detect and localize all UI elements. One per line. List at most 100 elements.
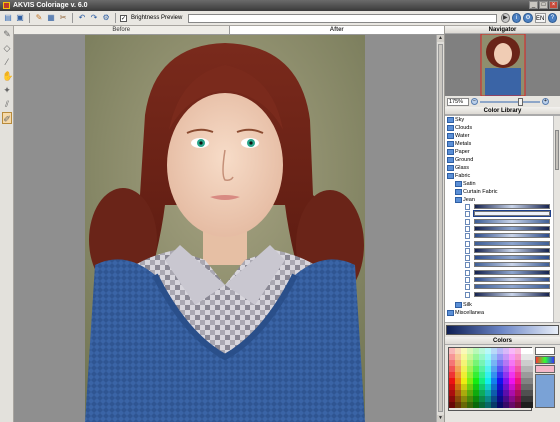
help-icon[interactable]: ? [547, 13, 558, 23]
brightness-preview-label: Brightness Preview [130, 15, 183, 21]
library-item-glass[interactable]: Glass [447, 164, 469, 172]
color-palette-grid[interactable] [448, 347, 533, 411]
maximize-button[interactable]: □ [539, 1, 548, 9]
swatch-file-icon [465, 262, 470, 269]
batch-icon[interactable]: ✂ [58, 13, 68, 24]
library-item-satin[interactable]: Satin [455, 180, 476, 188]
app-logo-icon [3, 2, 10, 9]
palette-cell[interactable] [527, 402, 533, 408]
window-title: AKVIS Coloriage v. 6.0 [13, 2, 88, 9]
library-item-metals[interactable]: Metals [447, 140, 471, 148]
swatch-gradient[interactable] [535, 356, 555, 364]
scroll-thumb[interactable] [438, 44, 443, 412]
swatch-file-icon [465, 284, 470, 291]
redo-icon[interactable]: ↷ [89, 13, 99, 24]
canvas-scrollbar[interactable]: ▲ ▼ [436, 35, 444, 422]
close-button[interactable]: × [549, 1, 558, 9]
swatch-file-icon [465, 233, 470, 240]
info-icon[interactable]: i [512, 13, 522, 23]
pencil-icon[interactable]: ✎ [2, 28, 12, 40]
library-item-sky[interactable]: Sky [447, 116, 464, 124]
jean-swatch-bar[interactable] [474, 255, 550, 261]
swatch-file-icon [465, 204, 470, 210]
jean-swatch-bar[interactable] [474, 269, 550, 275]
scroll-up-icon[interactable]: ▲ [437, 35, 444, 42]
library-item-paper[interactable]: Paper [447, 148, 470, 156]
jean-swatch-bar[interactable] [474, 284, 550, 290]
folder-icon [455, 302, 462, 308]
library-item-label: Silk [463, 302, 472, 308]
library-item-silk[interactable]: Silk [455, 301, 472, 309]
pencil-stroke-icon[interactable]: ✐ [2, 112, 12, 124]
load-strokes-icon[interactable]: ✎ [34, 13, 44, 24]
swatch-white[interactable] [535, 347, 555, 355]
jean-swatch-bar[interactable] [474, 247, 550, 253]
language-selector[interactable]: EN [534, 13, 546, 23]
jean-swatch-bar[interactable] [474, 240, 550, 246]
library-item-ground[interactable]: Ground [447, 156, 473, 164]
jean-swatch-bar[interactable] [474, 233, 550, 239]
zoom-slider-knob[interactable] [518, 97, 523, 106]
colorized-photo [85, 35, 365, 422]
settings-icon[interactable]: ⚙ [101, 13, 111, 24]
library-scrollbar[interactable] [553, 116, 560, 322]
toolbar-divider [29, 13, 30, 23]
app-window: AKVIS Coloriage v. 6.0 _ □ × ▤ ▣ ✎ ▦ ✂ ↶… [0, 0, 560, 422]
library-item-label: Satin [463, 181, 476, 187]
view-tabs: Before After [14, 26, 444, 35]
library-item-water[interactable]: Water [447, 132, 469, 140]
jean-swatch-bar[interactable] [474, 218, 550, 224]
zoom-select[interactable]: 175% [447, 97, 469, 106]
library-item-label: Ground [455, 157, 474, 163]
eyedropper-icon[interactable]: ⫽ [2, 98, 12, 110]
tab-after[interactable]: After [228, 26, 444, 34]
library-item-miscellanea[interactable]: Miscellanea [447, 309, 484, 317]
jean-swatch-bar[interactable] [474, 291, 550, 297]
zoom-in-icon[interactable]: + [542, 98, 549, 105]
jean-swatch-bar[interactable] [474, 277, 550, 282]
library-item-jean[interactable]: Jean [455, 196, 475, 204]
library-item-label: Glass [455, 165, 470, 171]
image-canvas[interactable] [14, 35, 436, 422]
library-scroll-thumb[interactable] [555, 130, 559, 170]
navigator-preview[interactable] [445, 34, 560, 96]
main-toolbar: ▤ ▣ ✎ ▦ ✂ ↶ ↷ ⚙ ✓ Brightness Preview ▶ i… [0, 11, 560, 26]
save-icon[interactable]: ▣ [15, 13, 25, 24]
preferences-icon[interactable]: ⚙ [523, 13, 533, 23]
jean-swatch-bar[interactable] [473, 210, 551, 218]
brush-icon[interactable]: ⁄ [2, 56, 12, 68]
swatch-pink[interactable] [535, 365, 555, 373]
open-icon[interactable]: ▤ [3, 13, 13, 24]
minimize-button[interactable]: _ [529, 1, 538, 9]
library-item-curtain-fabric[interactable]: Curtain Fabric [455, 188, 498, 196]
library-item-fabric[interactable]: Fabric [447, 172, 470, 180]
scroll-down-icon[interactable]: ▼ [437, 415, 444, 422]
zoom-out-icon[interactable]: − [471, 98, 478, 105]
undo-icon[interactable]: ↶ [77, 13, 87, 24]
tab-before[interactable]: Before [14, 26, 229, 34]
jean-swatch-bar[interactable] [474, 225, 550, 231]
magic-wand-icon[interactable]: ✦ [2, 84, 12, 96]
current-color-swatch[interactable] [535, 374, 555, 408]
title-bar: AKVIS Coloriage v. 6.0 _ □ × [0, 0, 560, 11]
run-icon[interactable]: ▶ [500, 13, 510, 23]
brightness-preview-checkbox[interactable]: ✓ [119, 14, 127, 22]
right-panel: Navigator 175% − + Color Library Sky Clo… [444, 26, 560, 422]
zoom-slider[interactable] [480, 97, 540, 106]
tool-palette: ✎ ◇ ⁄ ✋ ✦ ⫽ ✐ [0, 26, 14, 422]
swatch-file-icon [465, 211, 470, 218]
library-item-label: Metals [455, 141, 472, 147]
zoom-controls: 175% − + [445, 96, 560, 107]
portrait-illustration [85, 35, 365, 422]
save-strokes-icon[interactable]: ▦ [46, 13, 56, 24]
swatch-file-icon [465, 291, 470, 298]
folder-icon [447, 117, 454, 123]
library-item-clouds[interactable]: Clouds [447, 124, 472, 132]
swatch-file-icon [465, 240, 470, 247]
selected-color-gradient[interactable] [446, 325, 559, 335]
eraser-icon[interactable]: ◇ [2, 42, 12, 54]
library-item-label: Water [455, 133, 470, 139]
jean-swatch-bar[interactable] [474, 262, 550, 268]
jean-swatch-bar[interactable] [474, 204, 550, 209]
hand-icon[interactable]: ✋ [2, 70, 13, 82]
